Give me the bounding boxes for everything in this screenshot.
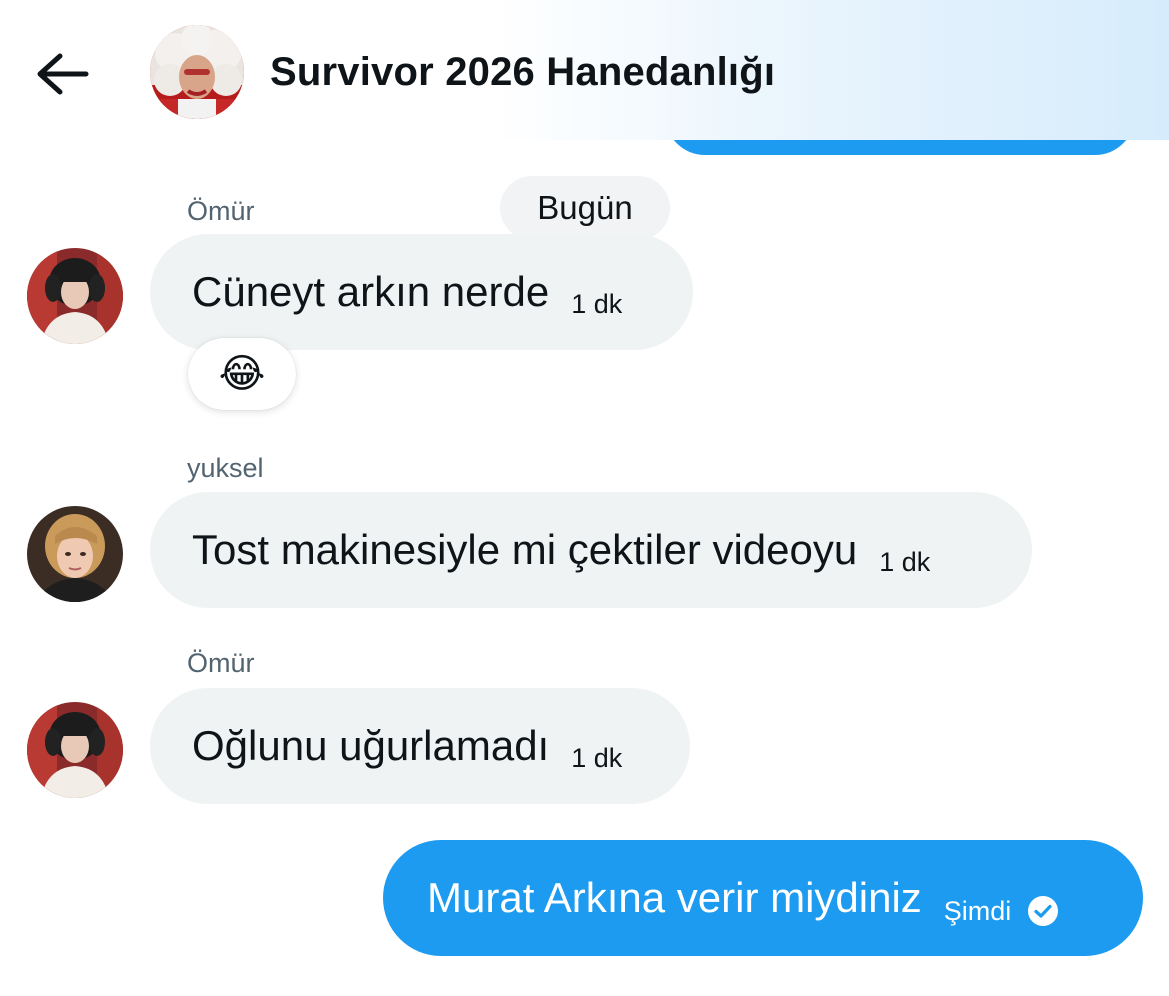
conversation-title[interactable]: Survivor 2026 Hanedanlığı [270, 50, 775, 95]
laughing-tears-emoji-icon: 😂 [218, 352, 266, 396]
date-separator: Bugün [500, 176, 670, 240]
message-time: Şimdi [943, 895, 1012, 926]
sender-name: Ömür [187, 648, 255, 678]
check-circle-icon [1028, 896, 1059, 926]
group-avatar[interactable] [150, 25, 244, 119]
outgoing-message[interactable]: Murat Arkına verir miydiniz Şimdi [383, 840, 1143, 956]
message-text: Tost makinesiyle mi çektiler videoyu [192, 526, 858, 573]
back-button[interactable] [30, 46, 94, 102]
conversation-header: Survivor 2026 Hanedanlığı [0, 0, 1169, 140]
message-time: 1 dk [571, 742, 623, 773]
message-time: 1 dk [571, 288, 623, 319]
dm-conversation: Survivor 2026 Hanedanlığı Ömür Bugün Cün… [0, 0, 1169, 996]
message-text: Oğlunu uğurlamadı [192, 722, 550, 769]
incoming-message[interactable]: Tost makinesiyle mi çektiler videoyu 1 d… [150, 492, 1032, 608]
message-time: 1 dk [879, 546, 931, 577]
message-text: Murat Arkına verir miydiniz [427, 874, 922, 921]
incoming-message[interactable]: Cüneyt arkın nerde 1 dk [150, 234, 693, 350]
incoming-message[interactable]: Oğlunu uğurlamadı 1 dk [150, 688, 690, 804]
avatar-omur[interactable] [27, 702, 123, 798]
arrow-left-icon [37, 53, 89, 95]
avatar-yuksel[interactable] [27, 506, 123, 602]
message-text: Cüneyt arkın nerde [192, 268, 550, 315]
sender-name: yuksel [187, 453, 264, 483]
reaction-badge[interactable]: 😂 [188, 338, 296, 410]
avatar-omur[interactable] [27, 248, 123, 344]
sender-name: Ömür [187, 196, 255, 226]
